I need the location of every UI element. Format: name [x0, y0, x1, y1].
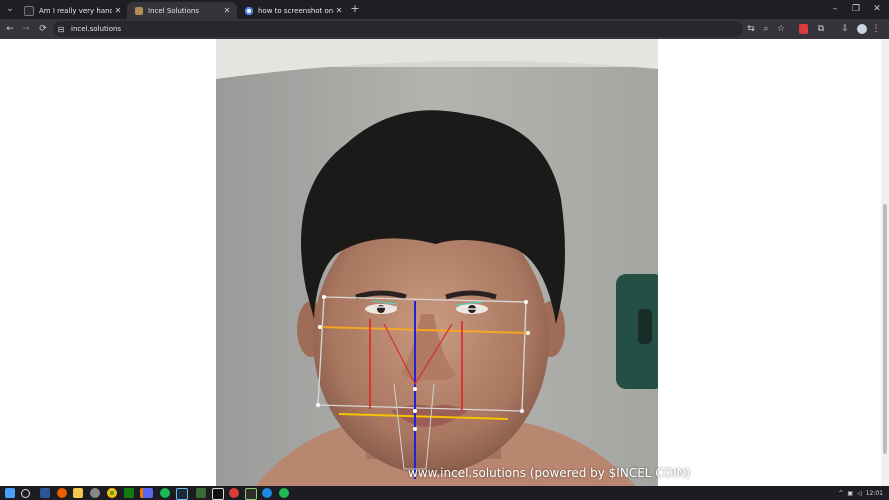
spotify-icon[interactable] [160, 488, 170, 498]
folder-icon[interactable] [73, 488, 83, 498]
star-app-icon[interactable] [196, 488, 206, 498]
spotify-alt-icon[interactable] [279, 488, 289, 498]
system-tray: ^ ▣ ◁ 12:01 [838, 486, 883, 500]
close-tab-icon[interactable]: ✕ [333, 6, 345, 15]
word-icon[interactable] [40, 488, 50, 498]
tiktok-icon[interactable] [212, 488, 224, 500]
settings-icon[interactable] [90, 488, 100, 498]
face-photo [216, 39, 658, 486]
page-content [0, 39, 881, 486]
close-tab-icon[interactable]: ✕ [112, 6, 124, 15]
bookmark-star-icon[interactable]: ☆ [774, 19, 788, 39]
volume-icon[interactable]: ◁ [857, 490, 862, 497]
tab-handsome[interactable]: Am I really very handsome? | Lo ✕ [16, 2, 128, 19]
scrollbar-thumb[interactable] [883, 204, 887, 454]
translate-icon[interactable]: ⇆ [744, 19, 758, 39]
steam-icon[interactable] [176, 488, 188, 500]
minimize-button[interactable]: – [828, 0, 842, 19]
extension-red-icon[interactable] [799, 24, 808, 34]
tab-incel-solutions[interactable]: Incel Solutions ✕ [127, 2, 237, 19]
favicon-icon [135, 6, 143, 15]
restore-button[interactable]: ❐ [849, 0, 863, 19]
extensions-icon[interactable]: ⧉ [814, 19, 828, 39]
tab-title: Incel Solutions [148, 6, 199, 15]
taskbar: ^ ▣ ◁ 12:01 [0, 486, 889, 500]
favicon-icon [24, 5, 34, 16]
firefox-icon[interactable] [57, 488, 67, 498]
face-analysis-image [216, 39, 658, 486]
zoom-icon[interactable]: ⌕ [759, 19, 773, 39]
back-button[interactable]: ← [3, 19, 17, 39]
reload-button[interactable]: ⟳ [36, 19, 50, 39]
tab-screenshot-windows[interactable]: how to screenshot on windows ✕ [237, 2, 349, 19]
scrollbar[interactable] [881, 39, 889, 486]
terminal-icon[interactable] [245, 488, 257, 500]
address-bar[interactable]: ⊟ incel.solutions [53, 21, 743, 37]
windows-start-icon[interactable] [5, 488, 15, 498]
forward-button[interactable]: → [19, 19, 33, 39]
profile-avatar[interactable] [857, 24, 867, 34]
download-icon[interactable]: ⇩ [838, 19, 852, 39]
menu-icon[interactable]: ⋮ [869, 19, 883, 39]
tab-title: Am I really very handsome? | Lo [39, 6, 112, 15]
close-tab-icon[interactable]: ✕ [221, 6, 233, 15]
close-window-button[interactable]: ✕ [870, 0, 884, 19]
chevron-up-icon[interactable]: ^ [838, 490, 843, 497]
xbox-icon[interactable] [124, 488, 134, 498]
network-icon[interactable]: ▣ [847, 490, 853, 497]
chrome-icon[interactable] [107, 488, 117, 498]
new-tab-button[interactable]: + [348, 0, 362, 19]
tab-search-icon[interactable]: ⌄ [3, 0, 17, 19]
clock[interactable]: 12:01 [866, 490, 883, 497]
site-info-icon[interactable]: ⊟ [53, 25, 69, 34]
tab-strip: ⌄ Am I really very handsome? | Lo ✕ Ince… [0, 0, 889, 19]
blue-app-icon[interactable] [262, 488, 272, 498]
red-app-icon[interactable] [229, 488, 239, 498]
watermark-text: www.incel.solutions (powered by $INCEL C… [408, 466, 691, 480]
google-icon [245, 6, 253, 15]
tab-title: how to screenshot on windows [258, 6, 333, 15]
browser-toolbar: ← → ⟳ ⊟ incel.solutions ⇆ ⌕ ☆ ⧉ ⇩ ⋮ [0, 19, 889, 39]
search-icon[interactable] [21, 489, 30, 498]
discord-icon[interactable] [143, 488, 153, 498]
url-text: incel.solutions [71, 25, 122, 33]
